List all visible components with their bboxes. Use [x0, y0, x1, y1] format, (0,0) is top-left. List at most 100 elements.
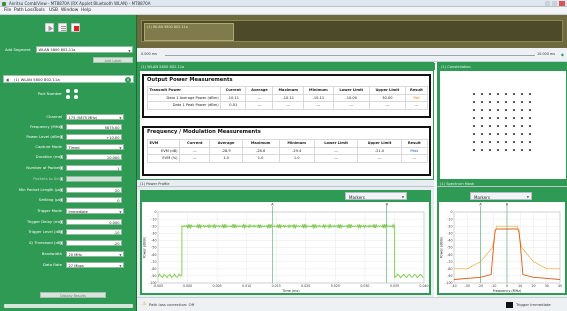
setting-label: Min Packet Length (μs) — [18, 187, 62, 193]
cell: --- — [313, 154, 359, 163]
setting-input[interactable]: 5875.00 — [66, 124, 122, 130]
timeline-zoom-icon[interactable]: ◆ — [561, 52, 564, 57]
col-current: Current — [179, 139, 211, 148]
spinner-icon[interactable] — [60, 197, 63, 202]
spectrum-panel: (1) Spectrum Mask Markers ▼ 0 -10 -20 -30 -4… — [437, 180, 567, 297]
spinner-icon[interactable] — [60, 176, 63, 181]
cell: --- — [245, 93, 274, 102]
table-row: Data 1 Average Power (dBm) -10.11 --- -1… — [146, 93, 429, 102]
output-power-header-row: Transmit Power Current Average Maximum M… — [146, 86, 429, 95]
constellation-point — [497, 141, 500, 144]
power-profile-markers[interactable]: Markers ▼ — [345, 192, 407, 200]
trigger-status: Trigger Immediate — [516, 301, 551, 307]
x-tick-label: 0.010 — [242, 284, 251, 288]
display-results-button[interactable]: Display Results — [40, 292, 106, 298]
setting-select[interactable]: Timed ▼ — [66, 144, 124, 150]
setting-value: 1 — [117, 166, 120, 171]
setting-input[interactable]: +10.00 — [66, 134, 122, 140]
port-radio-3[interactable] — [66, 95, 70, 99]
setting-label: Trigger Delay (ms) — [26, 219, 62, 225]
cell: --- — [368, 101, 406, 110]
spectrum-tab[interactable]: (1) Spectrum Mask — [437, 180, 567, 187]
setting-label: Trigger Mode — [37, 208, 62, 214]
cell: --- — [179, 146, 211, 155]
timeline-segment[interactable]: (1) WLAN 5800 802.11a — [144, 23, 234, 41]
power-profile-tab[interactable]: (1) Power Profile — [137, 180, 434, 187]
setting-input[interactable]: 0 — [66, 197, 122, 203]
minimize-icon[interactable] — [545, 1, 550, 6]
setting-input[interactable]: -10 — [66, 229, 122, 235]
collapse-icon[interactable]: ▣ — [6, 78, 9, 82]
timeline-scale: 0.000 ms 10.000 ms ◆ — [137, 48, 567, 62]
col-result: Result — [404, 86, 429, 95]
spinner-icon[interactable] — [60, 187, 63, 192]
remove-segment-icon[interactable]: × — [125, 76, 131, 83]
constellation-point — [481, 133, 484, 136]
y-tick-label: -70 — [151, 260, 156, 264]
setting-value: 175 (5875 MHz) — [68, 115, 98, 120]
app-icon — [2, 1, 6, 6]
run-button[interactable] — [45, 23, 54, 32]
setting-select[interactable]: 20 MHz ▼ — [66, 251, 124, 257]
spectrum-markers[interactable]: Markers ▼ — [470, 192, 532, 200]
port-radio-2[interactable] — [74, 89, 78, 93]
port-number-label: Port Number — [38, 91, 62, 96]
constellation-point — [489, 93, 492, 96]
cell: --- — [303, 101, 334, 110]
menu-file[interactable]: File — [4, 8, 11, 13]
maximize-icon[interactable] — [552, 1, 557, 6]
row-label: Data 1 Average Power (dBm) — [146, 93, 222, 102]
segment-header[interactable]: ▣ (1) WLAN 5800 802.11a × — [3, 75, 134, 83]
setting-select[interactable]: Immediate ▼ — [66, 208, 124, 214]
spinner-icon[interactable] — [60, 154, 63, 159]
row-label: EVM (%) — [146, 154, 181, 163]
menu-window[interactable]: Window — [61, 8, 78, 13]
spinner-icon[interactable] — [60, 240, 63, 245]
spinner-icon[interactable] — [60, 165, 63, 170]
menu-tools[interactable]: Tools — [34, 8, 45, 13]
spinner-icon[interactable] — [60, 124, 63, 129]
setting-select[interactable]: 27 Mbps ▼ — [66, 262, 124, 268]
setting-label: Power Level (dBm) — [26, 134, 62, 140]
timeline-axis — [165, 55, 535, 56]
cell: 1.0 — [209, 154, 243, 163]
spinner-icon[interactable] — [60, 229, 63, 234]
y-tick-label: 0 — [154, 210, 156, 214]
constellation-point — [481, 101, 484, 104]
col-average: Average — [245, 86, 274, 95]
freq-mod-table: EVM Current Average Maximum Minimum Lowe… — [146, 139, 429, 163]
port-radio-4[interactable] — [74, 95, 78, 99]
segment-timeline[interactable]: (1) WLAN 5800 802.11a — [137, 15, 567, 48]
spectrum-chart[interactable]: 0 -10 -20 -30 -40 -50 -60 -70 -80 -90 -10 0 -40 -30 -2… — [439, 202, 565, 293]
y-tick-label: -90 — [447, 274, 452, 278]
constellation-point — [529, 117, 532, 120]
cell: 0.01 — [220, 101, 247, 110]
add-label-button[interactable]: Add Label — [93, 57, 133, 63]
stop-button[interactable] — [71, 23, 80, 32]
window-controls[interactable] — [545, 1, 565, 6]
constellation-point — [489, 125, 492, 128]
power-profile-chart[interactable]: 0-10-20-30-40-50-60-70-80-90-100-0.005 0.… — [142, 202, 429, 293]
menu-usb[interactable]: USB — [49, 8, 58, 13]
spinner-icon[interactable] — [60, 134, 63, 139]
setting-input[interactable]: 1 — [66, 165, 122, 171]
port-radio-1[interactable] — [66, 89, 70, 93]
setting-select[interactable]: 175 (5875 MHz) ▼ — [66, 114, 124, 120]
setting-label: Frequency (MHz) — [30, 124, 62, 130]
add-segment-select[interactable]: WLAN 5800 802.11a ▼ — [36, 46, 133, 53]
setting-input[interactable]: -20 — [66, 240, 122, 246]
horizontal-scrollbar[interactable] — [4, 304, 133, 308]
menu-help[interactable]: Help — [81, 8, 91, 13]
setting-input[interactable]: 20 — [66, 187, 122, 193]
spinner-icon[interactable] — [60, 219, 63, 224]
single-button[interactable] — [58, 23, 67, 32]
menu-path-loss[interactable]: Path Loss — [14, 8, 35, 13]
close-icon[interactable] — [559, 1, 565, 6]
constellation-point — [481, 141, 484, 144]
x-tick-label: 0.020 — [301, 284, 310, 288]
setting-input[interactable]: 0.000 — [66, 219, 122, 225]
setting-input[interactable] — [66, 176, 122, 182]
x-tick-label: -0.005 — [153, 284, 163, 288]
setting-input[interactable]: 10.000 — [66, 154, 122, 160]
cell: --- — [332, 101, 370, 110]
